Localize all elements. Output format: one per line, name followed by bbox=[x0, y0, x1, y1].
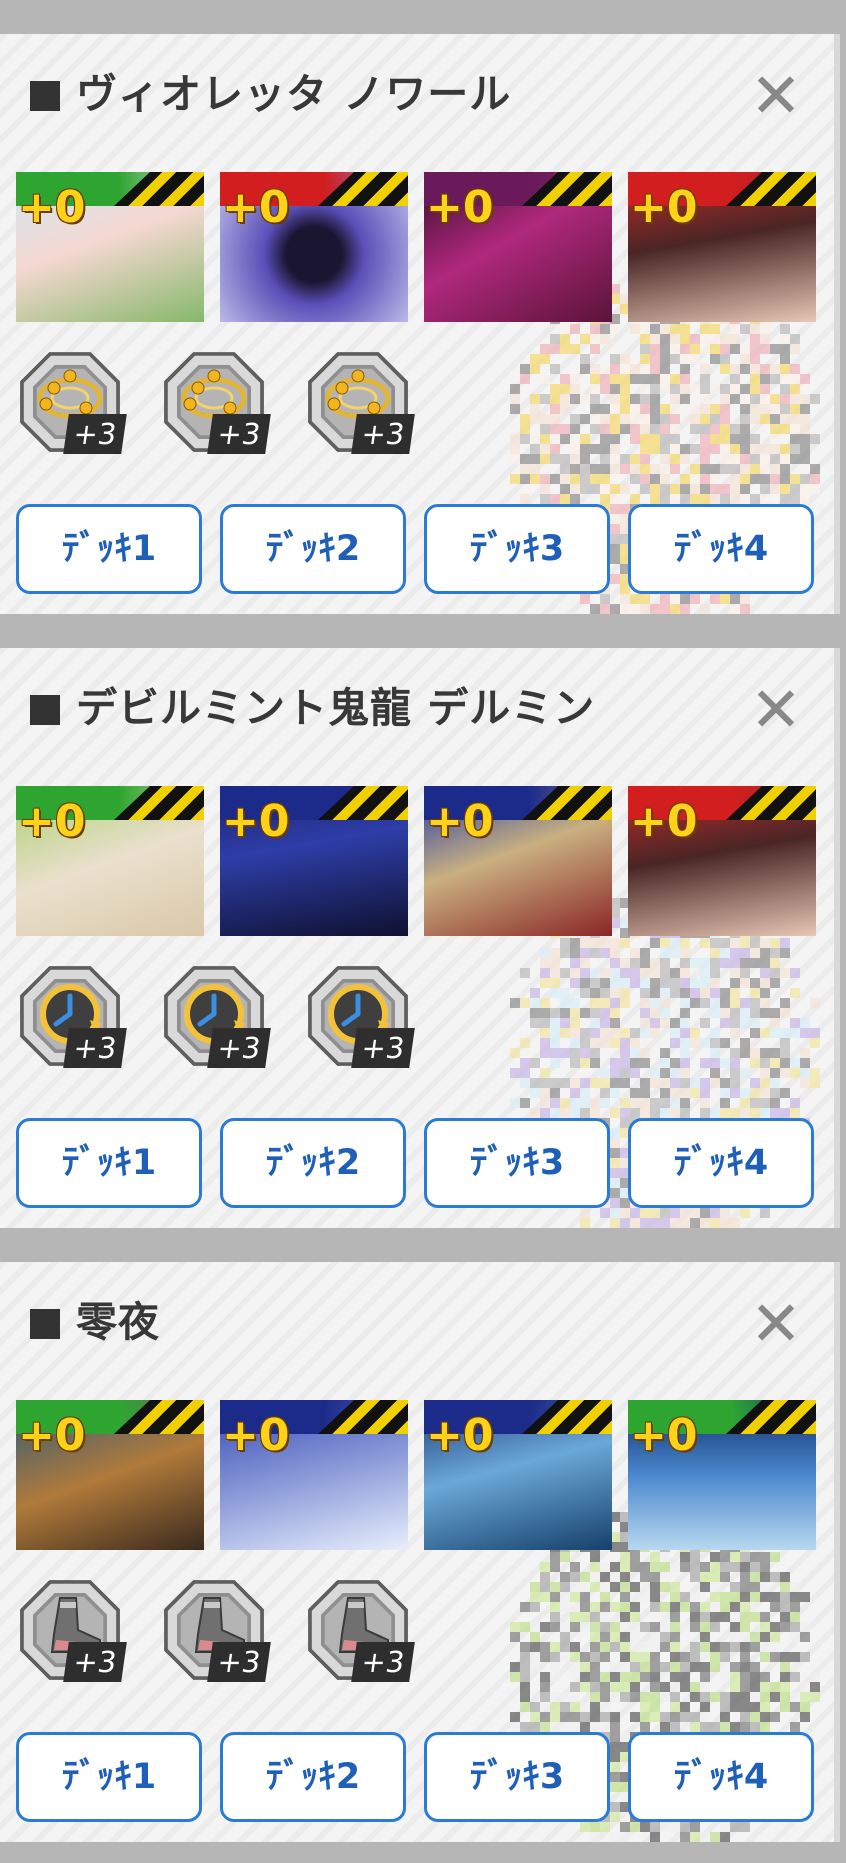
card-thumbnail[interactable]: +0 bbox=[220, 172, 408, 322]
plus-value: +0 bbox=[18, 1410, 86, 1461]
card-thumbnail[interactable]: +0 bbox=[220, 786, 408, 936]
square-bullet-icon bbox=[30, 1309, 60, 1339]
card-thumbnail[interactable]: +0 bbox=[424, 172, 612, 322]
character-name: ヴィオレッタ ノワール bbox=[76, 70, 512, 118]
plus-value: +0 bbox=[426, 1410, 494, 1461]
card-thumbnail[interactable]: +0 bbox=[628, 1400, 816, 1550]
deck-4-button[interactable]: ﾃﾞｯｷ4 bbox=[628, 1732, 814, 1822]
card-thumbnail[interactable]: +0 bbox=[16, 786, 204, 936]
orbit-gem-icon[interactable]: +3 bbox=[160, 346, 272, 464]
card-thumbnail[interactable]: +0 bbox=[424, 1400, 612, 1550]
card-thumbnail[interactable]: +0 bbox=[16, 172, 204, 322]
square-bullet-icon bbox=[30, 81, 60, 111]
card-thumbnail[interactable]: +0 bbox=[424, 786, 612, 936]
plus-value: +0 bbox=[222, 182, 290, 233]
close-icon[interactable]: ✕ bbox=[744, 1292, 808, 1356]
gem-level: +3 bbox=[351, 1642, 415, 1682]
character-card: デビルミント鬼龍 デルミン ✕ +0 +0 +0 +0 +3 +3 +3 ﾃﾞｯ… bbox=[0, 648, 840, 1228]
gem-level: +3 bbox=[207, 414, 271, 454]
boot-gem-icon[interactable]: +3 bbox=[160, 1574, 272, 1692]
gem-level: +3 bbox=[63, 414, 127, 454]
character-name: デビルミント鬼龍 デルミン bbox=[76, 684, 596, 732]
character-name: 零夜 bbox=[76, 1298, 160, 1346]
card-thumbnail[interactable]: +0 bbox=[220, 1400, 408, 1550]
plus-value: +0 bbox=[222, 796, 290, 847]
clock-gem-icon[interactable]: +3 bbox=[16, 960, 128, 1078]
deck-2-button[interactable]: ﾃﾞｯｷ2 bbox=[220, 504, 406, 594]
gem-slots: +3 +3 +3 bbox=[16, 346, 476, 464]
plus-value: +0 bbox=[630, 1410, 698, 1461]
gem-level: +3 bbox=[207, 1642, 271, 1682]
boot-gem-icon[interactable]: +3 bbox=[16, 1574, 128, 1692]
section-title: デビルミント鬼龍 デルミン bbox=[30, 678, 595, 738]
plus-value: +0 bbox=[18, 182, 86, 233]
gem-level: +3 bbox=[63, 1642, 127, 1682]
plus-value: +0 bbox=[18, 796, 86, 847]
deck-buttons: ﾃﾞｯｷ1 ﾃﾞｯｷ2 ﾃﾞｯｷ3 ﾃﾞｯｷ4 bbox=[16, 1732, 834, 1822]
gem-level: +3 bbox=[207, 1028, 271, 1068]
deck-buttons: ﾃﾞｯｷ1 ﾃﾞｯｷ2 ﾃﾞｯｷ3 ﾃﾞｯｷ4 bbox=[16, 504, 834, 594]
square-bullet-icon bbox=[30, 695, 60, 725]
close-icon[interactable]: ✕ bbox=[744, 678, 808, 742]
character-card: ヴィオレッタ ノワール ✕ +0 +0 +0 +0 +3 +3 +3 ﾃﾞｯｷ1… bbox=[0, 34, 840, 614]
deck-2-button[interactable]: ﾃﾞｯｷ2 bbox=[220, 1732, 406, 1822]
gem-level: +3 bbox=[351, 1028, 415, 1068]
deck-1-button[interactable]: ﾃﾞｯｷ1 bbox=[16, 1732, 202, 1822]
deck-buttons: ﾃﾞｯｷ1 ﾃﾞｯｷ2 ﾃﾞｯｷ3 ﾃﾞｯｷ4 bbox=[16, 1118, 834, 1208]
deck-3-button[interactable]: ﾃﾞｯｷ3 bbox=[424, 1732, 610, 1822]
plus-value: +0 bbox=[222, 1410, 290, 1461]
section-title: 零夜 bbox=[30, 1292, 160, 1352]
character-card: 零夜 ✕ +0 +0 +0 +0 +3 +3 +3 ﾃﾞｯｷ1 ﾃﾞｯｷ2 ﾃﾞ… bbox=[0, 1262, 840, 1842]
deck-3-button[interactable]: ﾃﾞｯｷ3 bbox=[424, 504, 610, 594]
orbit-gem-icon[interactable]: +3 bbox=[304, 346, 416, 464]
card-thumbnails: +0 +0 +0 +0 bbox=[16, 1400, 816, 1550]
deck-4-button[interactable]: ﾃﾞｯｷ4 bbox=[628, 1118, 814, 1208]
gem-slots: +3 +3 +3 bbox=[16, 960, 476, 1078]
plus-value: +0 bbox=[630, 182, 698, 233]
section-title: ヴィオレッタ ノワール bbox=[30, 64, 511, 124]
deck-2-button[interactable]: ﾃﾞｯｷ2 bbox=[220, 1118, 406, 1208]
plus-value: +0 bbox=[426, 182, 494, 233]
card-thumbnail[interactable]: +0 bbox=[16, 1400, 204, 1550]
clock-gem-icon[interactable]: +3 bbox=[304, 960, 416, 1078]
gem-level: +3 bbox=[351, 414, 415, 454]
card-thumbnail[interactable]: +0 bbox=[628, 172, 816, 322]
plus-value: +0 bbox=[630, 796, 698, 847]
deck-assignment-screen: ヴィオレッタ ノワール ✕ +0 +0 +0 +0 +3 +3 +3 ﾃﾞｯｷ1… bbox=[0, 0, 846, 1863]
card-thumbnails: +0 +0 +0 +0 bbox=[16, 172, 816, 322]
orbit-gem-icon[interactable]: +3 bbox=[16, 346, 128, 464]
deck-1-button[interactable]: ﾃﾞｯｷ1 bbox=[16, 504, 202, 594]
card-thumbnails: +0 +0 +0 +0 bbox=[16, 786, 816, 936]
card-thumbnail[interactable]: +0 bbox=[628, 786, 816, 936]
deck-1-button[interactable]: ﾃﾞｯｷ1 bbox=[16, 1118, 202, 1208]
plus-value: +0 bbox=[426, 796, 494, 847]
gem-level: +3 bbox=[63, 1028, 127, 1068]
boot-gem-icon[interactable]: +3 bbox=[304, 1574, 416, 1692]
clock-gem-icon[interactable]: +3 bbox=[160, 960, 272, 1078]
deck-3-button[interactable]: ﾃﾞｯｷ3 bbox=[424, 1118, 610, 1208]
deck-4-button[interactable]: ﾃﾞｯｷ4 bbox=[628, 504, 814, 594]
gem-slots: +3 +3 +3 bbox=[16, 1574, 476, 1692]
close-icon[interactable]: ✕ bbox=[744, 64, 808, 128]
